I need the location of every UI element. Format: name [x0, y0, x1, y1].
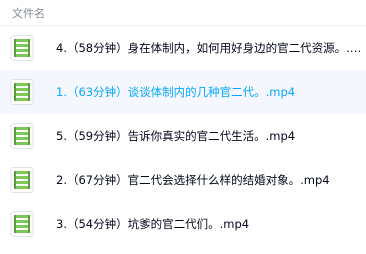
column-header-filename[interactable]: 文件名 [0, 0, 366, 26]
file-row[interactable]: 2.（67分钟）官二代会选择什么样的结婚对象。.mp4 [0, 158, 366, 202]
file-list: 文件名 4.（58分钟）身在体制内，如何用好身边的官二代资源。.mp4 1.（6… [0, 0, 366, 254]
file-name: 2.（67分钟）官二代会选择什么样的结婚对象。.mp4 [56, 173, 330, 187]
file-name: 1.（63分钟）谈谈体制内的几种官二代。.mp4 [56, 85, 296, 99]
file-row[interactable]: 4.（58分钟）身在体制内，如何用好身边的官二代资源。.mp4 [0, 26, 366, 70]
file-name: 3.（54分钟）坑爹的官二代们。.mp4 [56, 217, 250, 231]
video-file-icon [10, 35, 34, 61]
file-name: 5.（59分钟）告诉你真实的官二代生活。.mp4 [56, 129, 296, 143]
file-row-selected[interactable]: 1.（63分钟）谈谈体制内的几种官二代。.mp4 [0, 70, 366, 114]
file-row[interactable]: 3.（54分钟）坑爹的官二代们。.mp4 [0, 202, 366, 246]
video-file-icon [10, 167, 34, 193]
video-file-icon [10, 211, 34, 237]
column-header-label: 文件名 [12, 6, 45, 20]
file-rows: 4.（58分钟）身在体制内，如何用好身边的官二代资源。.mp4 1.（63分钟）… [0, 26, 366, 246]
file-name: 4.（58分钟）身在体制内，如何用好身边的官二代资源。.mp4 [56, 41, 366, 55]
file-row[interactable]: 5.（59分钟）告诉你真实的官二代生活。.mp4 [0, 114, 366, 158]
video-file-icon [10, 123, 34, 149]
video-file-icon [10, 79, 34, 105]
